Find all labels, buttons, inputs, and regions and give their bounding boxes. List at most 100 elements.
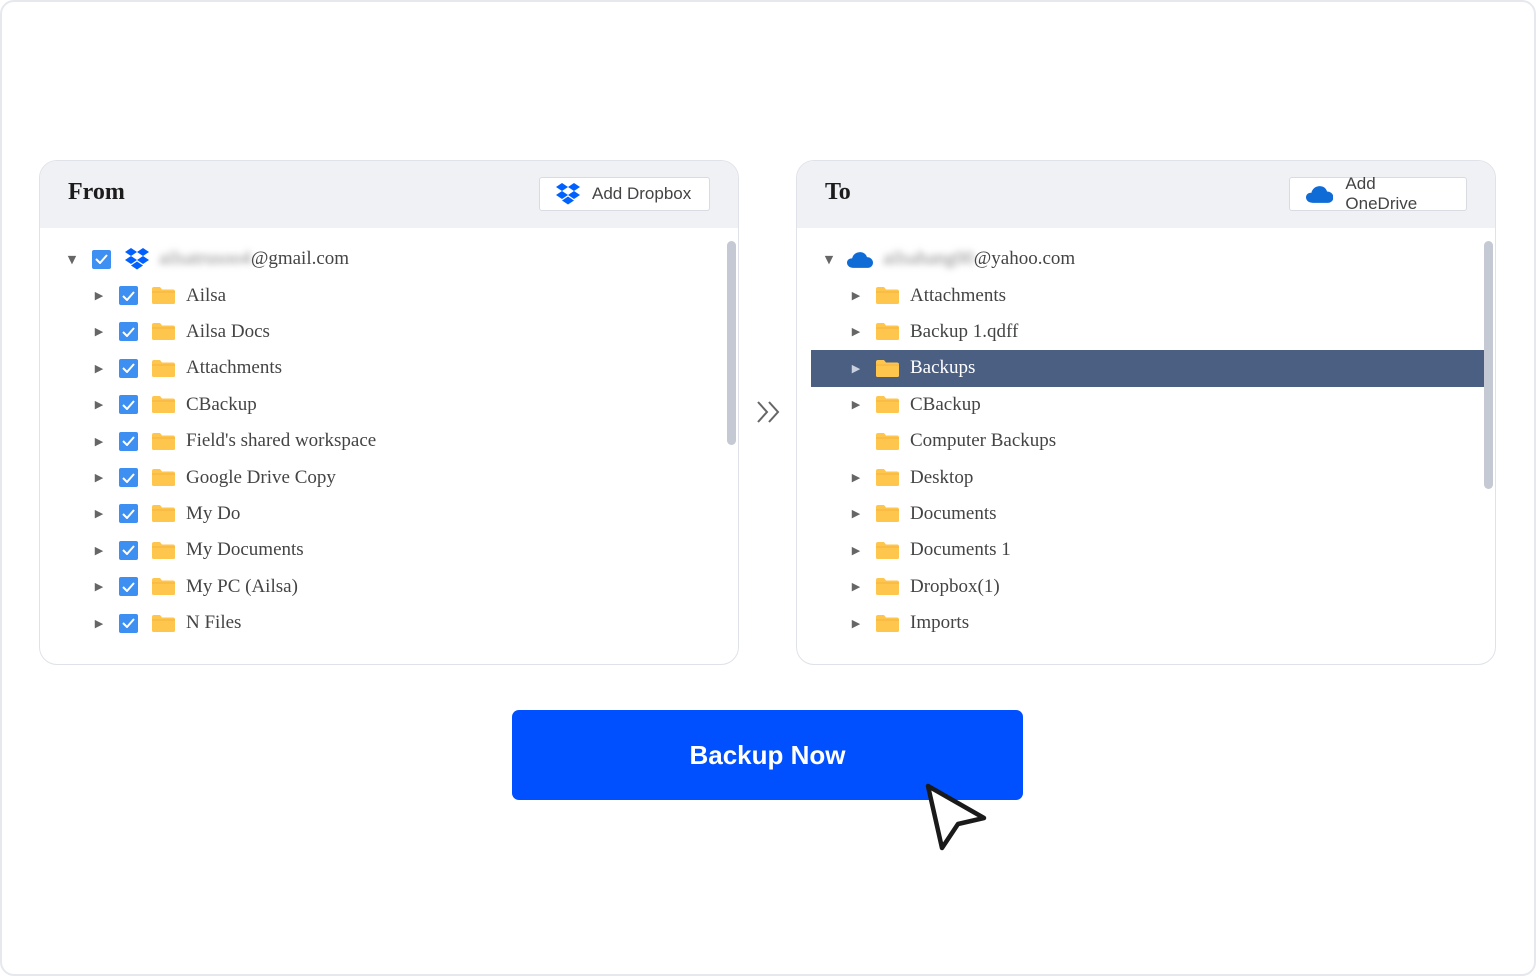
folder-icon	[152, 614, 175, 632]
from-tree-item[interactable]: ▶ CBackup	[40, 387, 738, 423]
add-dropbox-button[interactable]: Add Dropbox	[539, 177, 710, 211]
expand-icon[interactable]: ▶	[93, 325, 105, 338]
folder-icon	[152, 541, 175, 559]
dropbox-icon	[125, 248, 149, 270]
to-tree-item[interactable]: ▶ Documents	[811, 496, 1484, 532]
expand-icon[interactable]: ▶	[93, 289, 105, 302]
to-tree-item-label: Computer Backups	[910, 430, 1057, 452]
to-tree-item[interactable]: ▶ Desktop	[811, 459, 1484, 495]
to-tree-item-label: Documents 1	[910, 539, 1011, 561]
to-tree-item-label: Dropbox(1)	[910, 575, 1000, 597]
to-panel-title: To	[825, 179, 851, 205]
collapse-icon[interactable]: ▼	[66, 253, 78, 266]
to-account-label: ailsahang00@yahoo.com	[883, 248, 1075, 270]
checkbox[interactable]	[119, 613, 138, 633]
checkbox[interactable]	[119, 395, 138, 415]
mouse-pointer-icon	[925, 783, 987, 851]
folder-icon	[876, 396, 899, 414]
to-tree-item-label: Backups	[910, 357, 976, 379]
from-scrollbar[interactable]	[727, 241, 736, 648]
add-dropbox-label: Add Dropbox	[592, 184, 692, 203]
to-scroll-thumb[interactable]	[1484, 241, 1493, 489]
folder-icon	[876, 578, 899, 596]
folder-icon	[876, 432, 899, 450]
collapse-icon[interactable]: ▼	[823, 253, 835, 266]
from-tree-item[interactable]: ▶ Google Drive Copy	[40, 459, 738, 495]
to-tree-item[interactable]: ▶ Attachments	[811, 277, 1484, 313]
from-tree-item[interactable]: ▶ N Files	[40, 605, 738, 641]
to-account-row[interactable]: ▼ ailsahang00@yahoo.com	[797, 241, 1495, 277]
from-tree: ▼ ailsatrusoo4@gmail.com ▶ Ailsa ▶ Ailsa Do…	[40, 241, 738, 641]
onedrive-icon	[1306, 186, 1334, 203]
checkbox[interactable]	[119, 322, 138, 342]
add-onedrive-button[interactable]: Add OneDrive	[1289, 174, 1467, 213]
checkbox[interactable]	[119, 431, 138, 451]
expand-icon[interactable]: ▶	[93, 580, 105, 593]
expand-icon[interactable]: ▶	[93, 398, 105, 411]
from-tree-item-label: My Documents	[186, 539, 304, 561]
expand-icon[interactable]: ▶	[850, 507, 862, 520]
from-tree-item-label: My PC (Ailsa)	[186, 575, 298, 597]
checkbox[interactable]	[119, 286, 138, 306]
expand-icon[interactable]: ▶	[93, 617, 105, 630]
to-tree-item-label: Documents	[910, 502, 997, 524]
checkbox[interactable]	[119, 504, 138, 524]
from-tree-item[interactable]: ▶ My PC (Ailsa)	[40, 569, 738, 605]
folder-icon	[876, 541, 899, 559]
folder-icon	[876, 505, 899, 523]
to-panel-header: To Add OneDrive	[797, 161, 1495, 228]
to-tree-item[interactable]: ▶ Imports	[811, 605, 1484, 641]
expand-icon[interactable]: ▶	[850, 617, 862, 630]
folder-icon	[152, 396, 175, 414]
expand-icon[interactable]: ▶	[93, 435, 105, 448]
to-tree-item[interactable]: ▶ Dropbox(1)	[811, 569, 1484, 605]
to-tree-item[interactable]: ▶ Documents 1	[811, 532, 1484, 568]
from-tree-item[interactable]: ▶ Ailsa	[40, 277, 738, 313]
to-scrollbar[interactable]	[1484, 241, 1493, 648]
to-tree-item[interactable]: ▶ Backup 1.qdff	[811, 314, 1484, 350]
expand-icon[interactable]: ▶	[850, 398, 862, 411]
checkbox[interactable]	[119, 358, 138, 378]
to-tree-item-label: CBackup	[910, 393, 981, 415]
from-tree-item[interactable]: ▶ Ailsa Docs	[40, 314, 738, 350]
account-masked-name: ailsahang00	[883, 248, 974, 270]
checkbox[interactable]	[119, 468, 138, 488]
folder-icon	[876, 614, 899, 632]
dropbox-icon	[556, 183, 580, 205]
folder-icon	[876, 287, 899, 305]
folder-icon	[152, 469, 175, 487]
folder-icon	[152, 323, 175, 341]
expand-icon[interactable]: ▶	[850, 471, 862, 484]
from-tree-item[interactable]: ▶ My Do	[40, 496, 738, 532]
from-scroll-thumb[interactable]	[727, 241, 736, 445]
from-account-row[interactable]: ▼ ailsatrusoo4@gmail.com	[40, 241, 738, 277]
expand-icon[interactable]: ▶	[850, 289, 862, 302]
from-tree-item[interactable]: ▶ Attachments	[40, 350, 738, 386]
expand-icon[interactable]: ▶	[93, 362, 105, 375]
checkbox[interactable]	[119, 577, 138, 597]
from-tree-item[interactable]: ▶ Field's shared workspace	[40, 423, 738, 459]
to-tree-item[interactable]: ▶ CBackup	[811, 387, 1484, 423]
from-tree-item-label: Attachments	[186, 357, 283, 379]
expand-icon[interactable]: ▶	[93, 471, 105, 484]
checkbox[interactable]	[92, 249, 111, 269]
from-tree-item-label: Field's shared workspace	[186, 430, 377, 452]
to-tree-item[interactable]: Computer Backups	[811, 423, 1484, 459]
expand-icon[interactable]: ▶	[850, 544, 862, 557]
to-tree-item-selected[interactable]: ▶ Backups	[811, 350, 1484, 387]
from-tree-item[interactable]: ▶ My Documents	[40, 532, 738, 568]
expand-icon[interactable]: ▶	[93, 544, 105, 557]
from-tree-item-label: CBackup	[186, 393, 257, 415]
to-items: ▶ Attachments ▶ Backup 1.qdff ▶ Backups ▶ CBack…	[797, 277, 1495, 641]
double-chevron-right-icon	[757, 401, 780, 423]
folder-icon	[152, 359, 175, 377]
expand-icon[interactable]: ▶	[850, 325, 862, 338]
checkbox[interactable]	[119, 540, 138, 560]
account-domain: @yahoo.com	[973, 248, 1076, 270]
from-panel: From Add Dropbox ▼ ailsatrusoo4@gmail.co…	[39, 160, 739, 665]
from-tree-item-label: Ailsa	[186, 284, 227, 306]
expand-icon[interactable]: ▶	[93, 507, 105, 520]
expand-icon[interactable]: ▶	[850, 362, 862, 375]
to-tree: ▼ ailsahang00@yahoo.com ▶ Attachments ▶ Bac…	[797, 241, 1495, 641]
expand-icon[interactable]: ▶	[850, 580, 862, 593]
